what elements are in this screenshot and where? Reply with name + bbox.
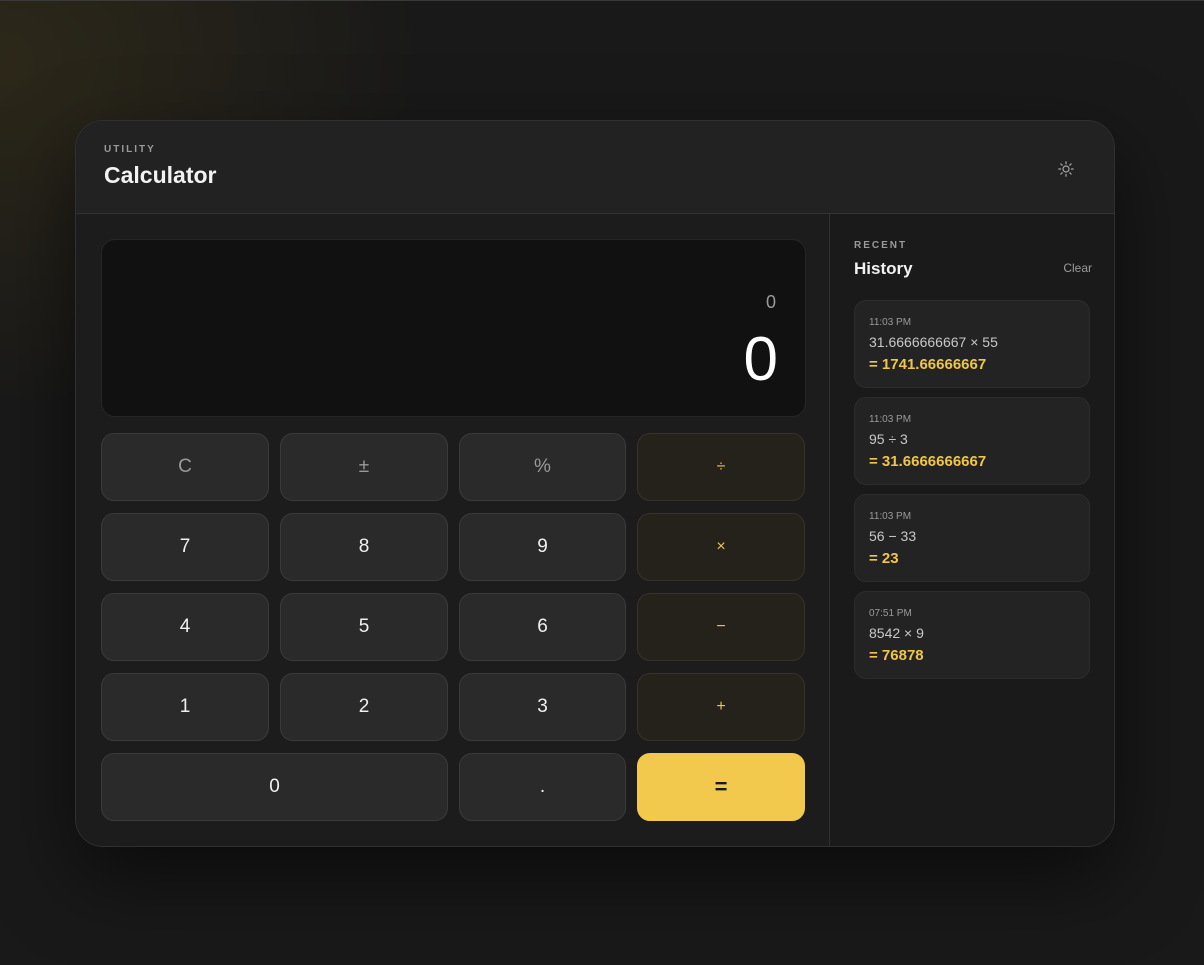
digit-1-key[interactable]: 1 bbox=[101, 673, 269, 741]
history-eyebrow: RECENT bbox=[854, 240, 908, 251]
sun-icon bbox=[1058, 161, 1074, 177]
clear-history-button[interactable]: Clear bbox=[1063, 261, 1092, 275]
calculator-main: 0 0 C ± % ÷ 7 8 9 × 4 5 6 − 1 2 3 + 0 . … bbox=[76, 214, 829, 846]
history-item[interactable]: 11:03 PM 95 ÷ 3 = 31.6666666667 bbox=[854, 397, 1090, 485]
digit-5-key[interactable]: 5 bbox=[280, 593, 448, 661]
calculator-display: 0 0 bbox=[101, 239, 806, 417]
history-item-time: 11:03 PM bbox=[869, 414, 912, 425]
history-item[interactable]: 07:51 PM 8542 × 9 = 76878 bbox=[854, 591, 1090, 679]
history-item-expression: 31.6666666667 × 55 bbox=[869, 334, 998, 350]
multiply-key[interactable]: × bbox=[637, 513, 805, 581]
history-item-time: 11:03 PM bbox=[869, 511, 912, 522]
history-item-expression: 8542 × 9 bbox=[869, 625, 924, 641]
display-result: 0 bbox=[743, 325, 778, 394]
history-item-result: = 76878 bbox=[869, 647, 924, 664]
history-item-time: 07:51 PM bbox=[869, 608, 912, 619]
digit-8-key[interactable]: 8 bbox=[280, 513, 448, 581]
add-key[interactable]: + bbox=[637, 673, 805, 741]
digit-4-key[interactable]: 4 bbox=[101, 593, 269, 661]
digit-0-key[interactable]: 0 bbox=[101, 753, 448, 821]
subtract-key[interactable]: − bbox=[637, 593, 805, 661]
digit-3-key[interactable]: 3 bbox=[459, 673, 626, 741]
digit-9-key[interactable]: 9 bbox=[459, 513, 626, 581]
equals-key[interactable]: = bbox=[637, 753, 805, 821]
history-item-result: = 23 bbox=[869, 550, 899, 567]
history-item[interactable]: 11:03 PM 56 − 33 = 23 bbox=[854, 494, 1090, 582]
card-header: UTILITY Calculator bbox=[76, 121, 1114, 214]
history-item-result: = 1741.66666667 bbox=[869, 356, 987, 373]
decimal-key[interactable]: . bbox=[459, 753, 626, 821]
history-item-time: 11:03 PM bbox=[869, 317, 912, 328]
history-item-result: = 31.6666666667 bbox=[869, 453, 987, 470]
history-panel: RECENT History Clear 11:03 PM 31.6666666… bbox=[829, 214, 1114, 846]
theme-toggle-button[interactable] bbox=[1046, 149, 1086, 189]
history-item-expression: 95 ÷ 3 bbox=[869, 431, 908, 447]
display-expression: 0 bbox=[765, 292, 776, 312]
history-item[interactable]: 11:03 PM 31.6666666667 × 55 = 1741.66666… bbox=[854, 300, 1090, 388]
history-title: History bbox=[854, 259, 913, 278]
window-top-border bbox=[0, 0, 1204, 1]
digit-2-key[interactable]: 2 bbox=[280, 673, 448, 741]
page-title: Calculator bbox=[104, 162, 217, 188]
header-eyebrow: UTILITY bbox=[104, 144, 156, 155]
clear-key[interactable]: C bbox=[101, 433, 269, 501]
digit-6-key[interactable]: 6 bbox=[459, 593, 626, 661]
sign-toggle-key[interactable]: ± bbox=[280, 433, 448, 501]
digit-7-key[interactable]: 7 bbox=[101, 513, 269, 581]
calculator-card: UTILITY Calculator 0 0 C ± % ÷ 7 8 9 × 4… bbox=[75, 120, 1115, 847]
history-item-expression: 56 − 33 bbox=[869, 528, 917, 544]
divide-key[interactable]: ÷ bbox=[637, 433, 805, 501]
percent-key[interactable]: % bbox=[459, 433, 626, 501]
